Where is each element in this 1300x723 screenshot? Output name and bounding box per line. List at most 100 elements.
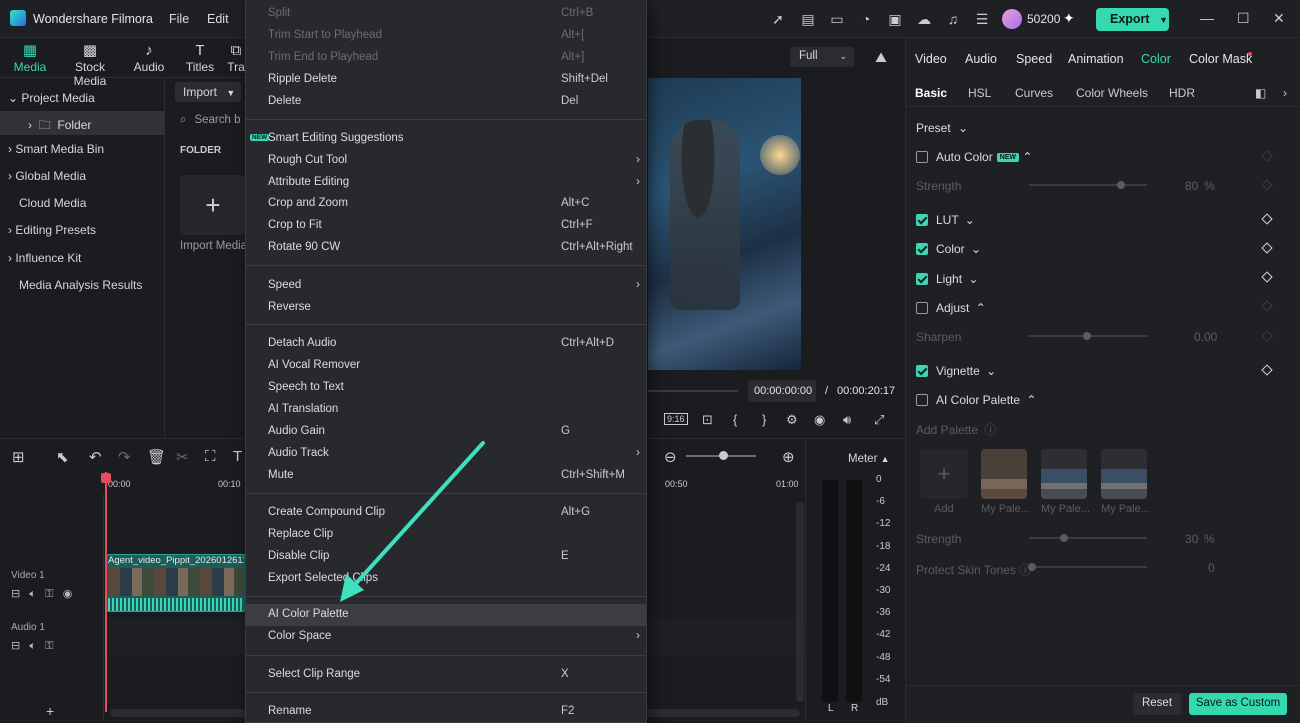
- mark-out-icon[interactable]: }: [762, 412, 766, 427]
- close-icon[interactable]: ✕: [1273, 10, 1285, 27]
- tab-titles[interactable]: T Titles: [182, 42, 218, 74]
- select-tool-icon[interactable]: ⬉: [56, 448, 69, 466]
- color-checkbox[interactable]: [916, 243, 928, 255]
- list-menu-icon[interactable]: ☰: [974, 11, 990, 27]
- menu-item-vocal-remover[interactable]: AI Vocal Remover: [246, 355, 646, 377]
- maximize-icon[interactable]: ☐: [1237, 10, 1250, 27]
- folder-icon[interactable]: ⊟: [11, 640, 20, 652]
- menu-item-reverse[interactable]: Reverse: [246, 297, 646, 319]
- lut-toggle[interactable]: LUT ⌄: [916, 213, 975, 227]
- reset-button[interactable]: Reset: [1133, 693, 1181, 715]
- menu-item-select-range[interactable]: Select Clip Range X: [246, 664, 646, 686]
- menu-item-crop-zoom[interactable]: Crop and Zoom Alt+C: [246, 193, 646, 215]
- tab-color[interactable]: Color: [1141, 52, 1171, 66]
- menu-file[interactable]: File: [169, 12, 189, 26]
- scissors-icon[interactable]: ✂: [176, 448, 189, 466]
- folder-icon[interactable]: ⊟: [11, 588, 20, 600]
- adjust-checkbox[interactable]: [916, 302, 928, 314]
- lock-icon[interactable]: ⚿: [45, 640, 53, 652]
- tab-color-mask[interactable]: Color Mask: [1189, 52, 1252, 66]
- menu-item-ripple-delete[interactable]: Ripple Delete Shift+Del: [246, 69, 646, 91]
- aspect-ratio-button[interactable]: 9:16: [664, 413, 688, 425]
- adjust-toggle[interactable]: Adjust ⌃: [916, 301, 986, 315]
- sidebar-item-editing-presets[interactable]: › Editing Presets: [0, 218, 165, 242]
- lut-checkbox[interactable]: [916, 214, 928, 226]
- cloud-upload-icon[interactable]: ☁: [916, 11, 932, 27]
- preset-dropdown[interactable]: Preset ⌄: [916, 121, 968, 135]
- ai-color-palette-toggle[interactable]: AI Color Palette ⌃: [916, 393, 1036, 407]
- ai-color-palette-checkbox[interactable]: [916, 394, 928, 406]
- subtab-hdr[interactable]: HDR: [1169, 86, 1195, 100]
- subtab-basic[interactable]: Basic: [915, 86, 947, 100]
- auto-color-toggle[interactable]: Auto Color NEW ⌃: [916, 150, 1032, 164]
- sidebar-item-cloud-media[interactable]: Cloud Media: [0, 191, 165, 215]
- auto-color-checkbox[interactable]: [916, 151, 928, 163]
- sidebar-item-smart-media-bin[interactable]: › Smart Media Bin: [0, 137, 165, 161]
- lock-icon[interactable]: ⚿: [45, 588, 53, 600]
- tab-animation[interactable]: Animation: [1068, 52, 1124, 66]
- import-media-card[interactable]: +: [180, 175, 246, 235]
- menu-item-speed[interactable]: Speed ›: [246, 275, 646, 297]
- subtab-hsl[interactable]: HSL: [968, 86, 991, 100]
- menu-item-rotate[interactable]: Rotate 90 CW Ctrl+Alt+Right: [246, 237, 646, 259]
- timeline-vscroll[interactable]: [796, 502, 804, 702]
- subtab-color-wheels[interactable]: Color Wheels: [1076, 86, 1148, 100]
- import-button[interactable]: Import ▼: [175, 82, 241, 102]
- crop-icon[interactable]: ⛶: [205, 448, 216, 465]
- zoom-in-icon[interactable]: ⊕: [782, 448, 795, 466]
- save-icon[interactable]: ▣: [887, 11, 903, 27]
- menu-item-ai-translation[interactable]: AI Translation: [246, 399, 646, 421]
- sidebar-item-folder[interactable]: › 🗀 Folder: [0, 111, 165, 135]
- layout-icon[interactable]: ▭: [829, 11, 845, 27]
- menu-edit[interactable]: Edit: [207, 12, 229, 26]
- caption-icon[interactable]: ▤: [800, 11, 816, 27]
- compare-icon[interactable]: ◧: [1255, 86, 1266, 100]
- vignette-checkbox[interactable]: [916, 365, 928, 377]
- avatar[interactable]: [1002, 9, 1022, 29]
- audio-track-controls[interactable]: ⊟ 🔈︎ ⚿: [11, 639, 54, 653]
- camera-icon[interactable]: ◉: [814, 412, 825, 428]
- mark-in-icon[interactable]: {: [733, 412, 737, 427]
- tab-speed[interactable]: Speed: [1016, 52, 1052, 66]
- settings-icon[interactable]: ⚙: [786, 412, 798, 428]
- minimize-icon[interactable]: —: [1200, 10, 1214, 26]
- marker-icon[interactable]: ⊡: [702, 412, 713, 428]
- tab-transitions[interactable]: ⧉ Tra: [226, 42, 246, 74]
- playhead[interactable]: [105, 472, 107, 712]
- volume-icon[interactable]: 🔈︎: [29, 640, 36, 652]
- tab-media[interactable]: ▦ Media: [10, 42, 50, 74]
- search-input[interactable]: ⌕ Search b: [175, 111, 245, 131]
- volume-icon[interactable]: 🔊︎: [843, 412, 851, 428]
- color-toggle[interactable]: Color ⌄: [916, 242, 981, 256]
- sidebar-item-influence-kit[interactable]: › Influence Kit: [0, 246, 165, 270]
- tab-audio[interactable]: ♪ Audio: [130, 42, 168, 74]
- quality-select[interactable]: Full ⌄: [790, 47, 854, 67]
- chevron-right-icon[interactable]: ›: [1283, 86, 1287, 100]
- menu-item-rough-cut[interactable]: Rough Cut Tool ›: [246, 150, 646, 172]
- menu-item-smart-editing[interactable]: NEW Smart Editing Suggestions: [246, 128, 646, 150]
- sidebar-item-media-analysis[interactable]: Media Analysis Results: [0, 273, 165, 297]
- text-icon[interactable]: T: [233, 448, 242, 465]
- zoom-slider-knob[interactable]: [719, 451, 728, 460]
- menu-item-crop-fit[interactable]: Crop to Fit Ctrl+F: [246, 215, 646, 237]
- subtab-curves[interactable]: Curves: [1015, 86, 1053, 100]
- eye-icon[interactable]: ◉: [63, 588, 73, 600]
- export-button[interactable]: Export ▼: [1096, 8, 1169, 31]
- fullscreen-icon[interactable]: ⤢: [874, 412, 884, 428]
- vignette-toggle[interactable]: Vignette ⌄: [916, 364, 996, 378]
- snapshot-view-icon[interactable]: ⛰: [873, 49, 889, 65]
- menu-item-detach-audio[interactable]: Detach Audio Ctrl+Alt+D: [246, 333, 646, 355]
- menu-item-speech-to-text[interactable]: Speech to Text: [246, 377, 646, 399]
- playhead-handle[interactable]: [101, 473, 111, 483]
- save-as-custom-button[interactable]: Save as Custom: [1189, 693, 1287, 715]
- tab-audio[interactable]: Audio: [965, 52, 997, 66]
- sidebar-item-project-media[interactable]: ⌄ Project Media: [0, 86, 165, 110]
- cloud-sync-icon[interactable]: ◔: [858, 11, 874, 27]
- tab-video[interactable]: Video: [915, 52, 947, 66]
- add-track-icon[interactable]: +: [46, 703, 54, 719]
- redo-icon[interactable]: ↷: [118, 448, 131, 466]
- sidebar-item-global-media[interactable]: › Global Media: [0, 164, 165, 188]
- menu-item-delete[interactable]: Delete Del: [246, 91, 646, 113]
- menu-item-rename[interactable]: Rename F2: [246, 701, 646, 723]
- progress-bar[interactable]: [648, 390, 738, 392]
